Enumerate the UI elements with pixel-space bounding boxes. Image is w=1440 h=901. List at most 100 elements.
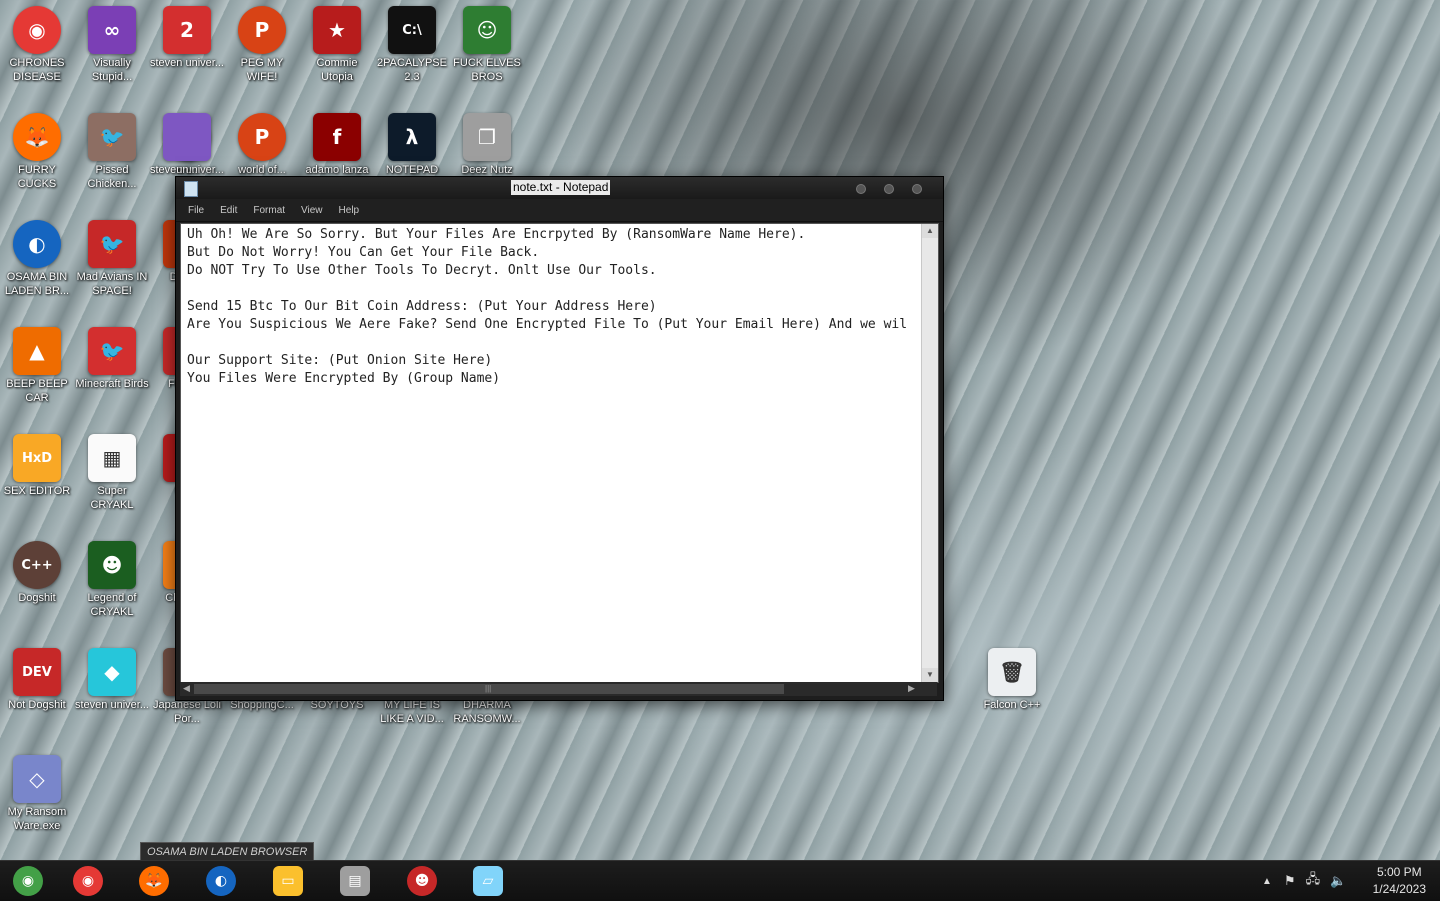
desktop-icon-label: Commie Utopia xyxy=(316,57,358,83)
notepad-icon: ▱ xyxy=(473,866,503,896)
desktop-icon-label: FURRY CUCKS xyxy=(17,164,57,190)
text-line: But Do Not Worry! You Can Get Your File … xyxy=(187,245,540,260)
desktop-icon[interactable]: 🐦 Mad Avians IN SPACE! xyxy=(75,214,149,314)
menu-format[interactable]: Format xyxy=(245,205,293,216)
scroll-down-icon[interactable]: ▼ xyxy=(922,668,938,682)
chrome-icon: ◉ xyxy=(13,866,43,896)
desktop-icon[interactable]: ∞ Visually Stupid... xyxy=(75,0,149,100)
text-line: Are You Suspicious We Aere Fake? Send On… xyxy=(187,317,908,332)
vlc-cone-icon: ▲ xyxy=(13,327,61,375)
desktop-icon-label: Super CRYAKL xyxy=(90,485,134,511)
network-icon[interactable]: 🖧 xyxy=(1306,870,1321,892)
dev-cpp-icon: DEV xyxy=(13,648,61,696)
desktop-icon[interactable]: ◆ steven univer... xyxy=(75,642,149,742)
steven-universe-icon: 2 xyxy=(163,6,211,54)
peg-p-icon: P xyxy=(238,6,286,54)
menu-view[interactable]: View xyxy=(293,205,331,216)
desktop-icon-label: My Ransom Ware.exe xyxy=(7,806,67,832)
desktop-icon[interactable]: 🐦 Minecraft Birds xyxy=(75,321,149,421)
desktop-icon[interactable]: 2 steven univer... xyxy=(150,0,224,100)
taskbar-osama-browser[interactable]: ◐ xyxy=(193,864,249,898)
action-center-flag-icon[interactable]: ⚑ xyxy=(1284,873,1296,889)
firefox-icon: 🦊 xyxy=(139,866,169,896)
text-line: Our Support Site: (Put Onion Site Here) xyxy=(187,353,493,368)
taskbar-chrome[interactable]: ◉ xyxy=(60,864,116,898)
angry-bird-space-icon: 🐦 xyxy=(88,220,136,268)
taskbar-chrome-alt[interactable]: ◉ xyxy=(0,864,56,898)
desktop-icon-label: NOTEPAD xyxy=(385,164,439,176)
text-line: Do NOT Try To Use Other Tools To Decryt.… xyxy=(187,263,657,278)
desktop-icon[interactable]: C++ Dogshit xyxy=(0,535,74,635)
desktop-icon-label: un... xyxy=(176,164,198,176)
show-hidden-icons-icon[interactable]: ▲ xyxy=(1262,876,1272,887)
taskbar-store[interactable]: ▤ xyxy=(327,864,383,898)
desktop-icon-label: steven univer... xyxy=(75,699,149,711)
hxd-icon: HxD xyxy=(13,434,61,482)
menu-edit[interactable]: Edit xyxy=(212,205,245,216)
desktop-icon[interactable]: ▦ Super CRYAKL xyxy=(75,428,149,528)
desktop-icon[interactable]: P PEG MY WIFE! xyxy=(225,0,299,100)
taskbar: ◉ ◉ 🦊 ◐ ▭ ▤ ☻ ▱ ▲ ⚑ 🖧 🔈 5:00 PM 1/24/2023 xyxy=(0,860,1440,901)
notepad-flame-icon: λ xyxy=(388,113,436,161)
close-button[interactable] xyxy=(912,184,922,194)
cmd-icon: C:\ xyxy=(388,6,436,54)
desktop-icon[interactable]: 🦊 FURRY CUCKS xyxy=(0,107,74,207)
text-editor[interactable]: Uh Oh! We Are So Sorry. But Your Files A… xyxy=(180,223,939,683)
desktop-icon-label: Japanese Loli Por... xyxy=(153,699,221,725)
desktop-icon[interactable]: DEV Not Dogshit xyxy=(0,642,74,742)
desktop-icon-label: PEG MY WIFE! xyxy=(240,57,284,83)
pixel-hero-icon: ☻ xyxy=(88,541,136,589)
notepad-window[interactable]: note.txt - Notepad File Edit Format View… xyxy=(175,176,944,701)
desktop-icon[interactable]: 🗑 Falcon C++ xyxy=(975,642,1049,742)
menu-bar: File Edit Format View Help xyxy=(176,199,943,222)
desktop-icon-label: Legend of CRYAKL xyxy=(87,592,137,618)
taskbar-notepad[interactable]: ▱ xyxy=(460,864,516,898)
taskbar-firefox[interactable]: 🦊 xyxy=(126,864,182,898)
grip-icon: ||| xyxy=(485,684,492,693)
desktop-icon-label: adamo lanza xyxy=(305,164,369,176)
scroll-up-icon[interactable]: ▲ xyxy=(922,224,938,238)
desktop-icon-label: OSAMA BIN LADEN BR... xyxy=(4,271,70,297)
desktop-icon[interactable]: ◐ OSAMA BIN LADEN BR... xyxy=(0,214,74,314)
minimize-button[interactable] xyxy=(856,184,866,194)
desktop-icon-label: Not Dogshit xyxy=(8,699,66,711)
desktop-icon[interactable]: ★ Commie Utopia xyxy=(300,0,374,100)
chrome-icon: ◉ xyxy=(73,866,103,896)
chrome-icon: ◉ xyxy=(13,6,61,54)
desktop-icon[interactable]: ◉ CHRONES DISEASE xyxy=(0,0,74,100)
desktop-icon[interactable]: ▲ BEEP BEEP CAR xyxy=(0,321,74,421)
horizontal-scrollbar[interactable]: ◀ ||| ▶ xyxy=(180,682,921,696)
desktop-icon-label: DHARMA RANSOMW... xyxy=(453,699,521,725)
desktop-icon[interactable]: C:\ 2PACALYPSE 2.3 xyxy=(375,0,449,100)
clock[interactable]: 5:00 PM 1/24/2023 xyxy=(1373,864,1426,898)
scroll-right-icon[interactable]: ▶ xyxy=(908,683,915,694)
volume-icon[interactable]: 🔈 xyxy=(1330,873,1346,889)
system-tray: ▲ ⚑ 🖧 🔈 xyxy=(1262,861,1346,901)
desktop-icon-label: Mad Avians IN SPACE! xyxy=(76,271,148,297)
desktop-icon[interactable]: ☺ FUCK ELVES BROS xyxy=(450,0,524,100)
desktop-icon[interactable]: ☻ Legend of CRYAKL xyxy=(75,535,149,635)
taskbar-avatar-app[interactable]: ☻ xyxy=(394,864,450,898)
flash-icon: f xyxy=(313,113,361,161)
desktop-icon[interactable]: 🐦 Pissed Chicken... xyxy=(75,107,149,207)
menu-file[interactable]: File xyxy=(180,205,212,216)
notepad-titlebar[interactable]: note.txt - Notepad xyxy=(176,177,943,199)
taskbar-file-explorer[interactable]: ▭ xyxy=(260,864,316,898)
desktop-icon-label: Visually Stupid... xyxy=(91,57,133,83)
scroll-left-icon[interactable]: ◀ xyxy=(183,683,190,694)
obama-logo-icon: ◐ xyxy=(206,866,236,896)
desktop-icon-label: SEX EDITOR xyxy=(3,485,71,497)
menu-help[interactable]: Help xyxy=(331,205,368,216)
obama-logo-icon: ◐ xyxy=(13,220,61,268)
desktop-icon[interactable]: HxD SEX EDITOR xyxy=(0,428,74,528)
desktop-icon[interactable]: ◇ My Ransom Ware.exe xyxy=(0,749,74,849)
resize-corner[interactable] xyxy=(921,682,937,696)
seasons-bird-icon: 🐦 xyxy=(88,113,136,161)
commie-emblem-icon: ★ xyxy=(313,6,361,54)
pixel-art-icon: ▦ xyxy=(88,434,136,482)
elf-icon: ☺ xyxy=(463,6,511,54)
maximize-button[interactable] xyxy=(884,184,894,194)
vertical-scrollbar[interactable]: ▲ ▼ xyxy=(921,224,938,682)
text-line: Send 15 Btc To Our Bit Coin Address: (Pu… xyxy=(187,299,657,314)
editor-content[interactable]: Uh Oh! We Are So Sorry. But Your Files A… xyxy=(187,226,918,682)
